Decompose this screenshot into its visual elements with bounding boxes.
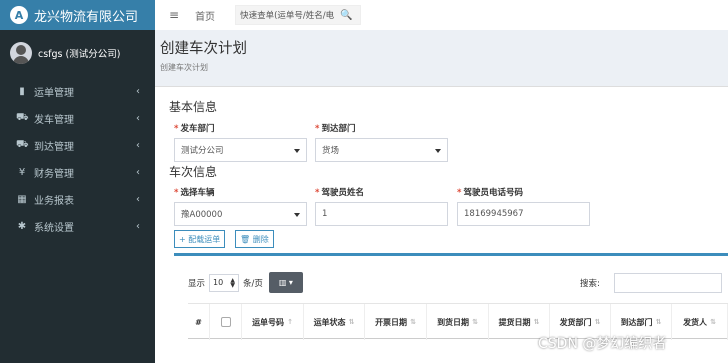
brand-bar[interactable]: A 龙兴物流有限公司 xyxy=(0,0,155,30)
depart-dept-label: * 发车部门 xyxy=(174,124,215,134)
col-status[interactable]: 运单状态 ⇅ xyxy=(304,304,365,340)
col-sender[interactable]: 发货人 ⇅ xyxy=(672,304,728,340)
checkbox[interactable] xyxy=(220,317,231,327)
driver-name-input[interactable]: 1 xyxy=(315,202,448,226)
yen-icon: ¥ xyxy=(18,167,26,178)
driver-name-group: * 驾驶员姓名 1 xyxy=(315,186,448,226)
quick-search: 🔍 xyxy=(235,5,362,25)
arrive-dept-label: * 到达部门 xyxy=(315,124,356,134)
sidebar-item-waybill[interactable]: ▮ 运单管理 ‹ xyxy=(0,78,155,105)
sidebar-item-dispatch[interactable]: ⛟ 发车管理 ‹ xyxy=(0,105,155,132)
depart-dept-select[interactable]: 测试分公司 xyxy=(174,138,307,162)
sidebar-item-reports[interactable]: ▦ 业务报表 ‹ xyxy=(0,186,155,213)
sort-asc-icon: ↑ xyxy=(287,318,293,326)
col-select-all[interactable] xyxy=(210,304,242,340)
watermark: CSDN @梦幻编织者 xyxy=(538,336,667,352)
sidebar-menu: ▮ 运单管理 ‹ ⛟ 发车管理 ‹ ⛟ 到达管理 ‹ ¥ 财务管理 ‹ ▦ 业务… xyxy=(0,78,155,240)
per-page-label: 条/页 xyxy=(243,278,263,289)
chevron-left-icon: ‹ xyxy=(136,194,140,205)
caret-down-icon xyxy=(294,149,300,153)
top-navbar: ≡ 首页 🔍 xyxy=(155,0,728,30)
content-header: 创建车次计划 创建车次计划 xyxy=(160,37,247,73)
sort-icon: ⇅ xyxy=(472,318,478,326)
brand-name: 龙兴物流有限公司 xyxy=(34,9,139,25)
sidebar-item-label: 业务报表 xyxy=(34,196,74,207)
sort-icon: ⇅ xyxy=(655,318,662,326)
driver-phone-input[interactable]: 18169945967 xyxy=(457,202,590,226)
chevron-left-icon: ‹ xyxy=(136,113,140,124)
sort-icon: ⇅ xyxy=(710,318,716,326)
quick-search-input[interactable] xyxy=(240,10,341,20)
clipboard-icon: ▮ xyxy=(19,86,25,97)
sidebar-item-label: 财务管理 xyxy=(34,169,74,180)
user-panel: csfgs (测试分公司) xyxy=(0,30,155,75)
chevron-left-icon: ‹ xyxy=(136,167,140,178)
col-waybill-no[interactable]: 运单号码 ↑ xyxy=(242,304,304,340)
search-icon[interactable]: 🔍 xyxy=(340,10,352,21)
delete-button[interactable]: 🗑 删除 xyxy=(235,230,274,248)
sidebar-item-label: 运单管理 xyxy=(34,88,74,99)
table-length-control: 显示 10 ▲ ▼ 条/页 ▥ ▾ xyxy=(188,272,303,293)
column-toggle-button[interactable]: ▥ ▾ xyxy=(268,272,303,293)
arrive-dept-group: * 到达部门 货场 xyxy=(315,122,448,162)
breadcrumb: 创建车次计划 xyxy=(160,63,208,72)
col-index: # xyxy=(188,304,210,340)
table-search-input[interactable] xyxy=(613,273,722,293)
chevron-left-icon: ‹ xyxy=(136,140,140,151)
trip-info-title: 车次信息 xyxy=(169,165,218,179)
col-arrival-date[interactable]: 到货日期 ⇅ xyxy=(427,304,489,340)
home-link[interactable]: 首页 xyxy=(195,8,215,23)
col-invoice-date[interactable]: 开票日期 ⇅ xyxy=(365,304,427,340)
vehicle-select[interactable]: 豫A00000 xyxy=(174,202,307,226)
sidebar-item-label: 到达管理 xyxy=(34,142,74,153)
table-search-label: 搜索: xyxy=(580,279,600,289)
depart-dept-group: * 发车部门 测试分公司 xyxy=(174,122,307,162)
page-title: 创建车次计划 xyxy=(160,41,247,57)
sort-icon: ⇅ xyxy=(410,318,416,326)
table-icon: ▦ xyxy=(17,194,27,205)
caret-down-icon xyxy=(294,213,300,217)
sort-icon: ⇅ xyxy=(348,318,355,326)
sort-icon: ⇅ xyxy=(594,318,601,326)
driver-phone-group: * 驾驶员电话号码 18169945967 xyxy=(457,186,590,226)
sidebar-item-finance[interactable]: ¥ 财务管理 ‹ xyxy=(0,159,155,186)
table-search: 搜索: xyxy=(580,273,722,293)
truck-icon: ⛟ xyxy=(16,112,29,123)
chevron-left-icon: ‹ xyxy=(136,86,140,97)
truck-arrive-icon: ⛟ xyxy=(16,139,29,150)
sidebar-item-label: 系统设置 xyxy=(34,223,74,234)
add-waybill-button[interactable]: + 配载运单 xyxy=(174,230,226,248)
logo-icon: A xyxy=(10,6,28,24)
sidebar: A 龙兴物流有限公司 csfgs (测试分公司) ▮ 运单管理 ‹ ⛟ 发车管理… xyxy=(0,0,155,363)
show-label: 显示 xyxy=(188,278,206,289)
page-length-select[interactable]: 10 ▲ ▼ xyxy=(209,273,240,292)
chevron-left-icon: ‹ xyxy=(136,221,140,232)
updown-icon: ▲ ▼ xyxy=(230,276,236,289)
vehicle-label: * 选择车辆 xyxy=(174,188,215,198)
avatar xyxy=(10,41,32,64)
gear-icon: ✱ xyxy=(17,221,27,232)
sidebar-item-settings[interactable]: ✱ 系统设置 ‹ xyxy=(0,213,155,240)
user-name: csfgs (测试分公司) xyxy=(38,48,121,60)
menu-toggle-icon[interactable]: ≡ xyxy=(169,8,179,22)
vehicle-group: * 选择车辆 豫A00000 xyxy=(174,186,307,226)
driver-phone-label: * 驾驶员电话号码 xyxy=(457,188,523,198)
sidebar-item-arrival[interactable]: ⛟ 到达管理 ‹ xyxy=(0,132,155,159)
caret-down-icon xyxy=(435,149,441,153)
sidebar-item-label: 发车管理 xyxy=(34,115,74,126)
driver-name-label: * 驾驶员姓名 xyxy=(315,188,364,198)
basic-info-title: 基本信息 xyxy=(169,100,218,114)
arrive-dept-select[interactable]: 货场 xyxy=(315,138,448,162)
sort-icon: ⇅ xyxy=(533,318,540,326)
